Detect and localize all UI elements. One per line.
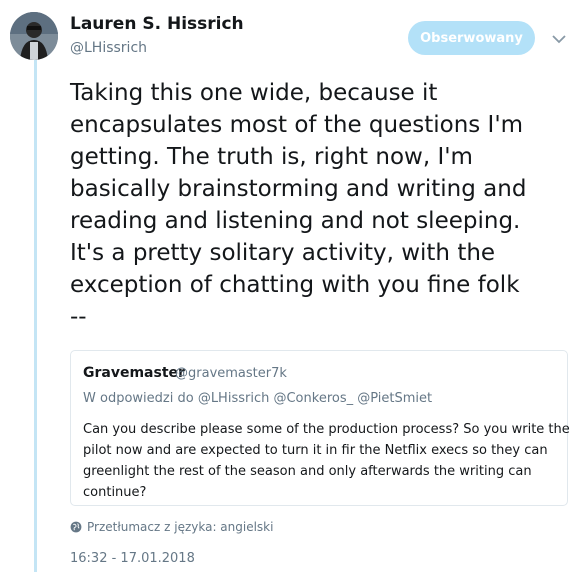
profile-photo [10, 12, 58, 60]
reply-mention[interactable]: @LHissrich [198, 391, 270, 406]
tweet-line: basically brainstorming and writing and [70, 176, 527, 202]
quote-author-handle[interactable]: @gravemaster7k [175, 366, 287, 381]
translate-link[interactable]: Przetłumacz z języka: angielski [70, 520, 273, 534]
tweet-line: reading and listening and not sleeping. [70, 208, 521, 234]
author-display-name[interactable]: Lauren S. Hissrich [70, 14, 244, 34]
reply-mention[interactable]: @Conkeros_ [273, 391, 353, 406]
tweet-text: Taking this one wide, because it encapsu… [70, 77, 565, 333]
follow-button[interactable]: Obserwowany [408, 21, 535, 55]
quote-text: Can you describe please some of the prod… [83, 419, 570, 503]
reply-prefix: W odpowiedzi do [83, 391, 194, 406]
quoted-tweet-card[interactable]: Gravemaster @gravemaster7k W odpowiedzi … [70, 350, 570, 506]
tweet-line: Taking this one wide, because it [70, 80, 438, 106]
quote-author-name[interactable]: Gravemaster [83, 365, 185, 381]
translate-label[interactable]: Przetłumacz z języka: angielski [87, 520, 273, 534]
quote-line: Can you describe please some of the prod… [83, 422, 570, 437]
tweet-line: -- [70, 304, 87, 330]
thread-line [34, 52, 37, 572]
chevron-down-icon[interactable] [548, 28, 570, 50]
quote-reply-context: W odpowiedzi do @LHissrich @Conkeros_ @P… [83, 391, 432, 406]
author-handle[interactable]: @LHissrich [70, 40, 147, 56]
quote-line: pilot now and are expected to turn it in… [83, 443, 548, 458]
reply-mention[interactable]: @PietSmiet [357, 391, 432, 406]
avatar[interactable] [10, 12, 58, 60]
quote-line: continue? [83, 485, 147, 500]
tweet-line: exception of chatting with you fine folk [70, 272, 520, 298]
tweet-line: It's a pretty solitary activity, with th… [70, 240, 496, 266]
tweet-line: getting. The truth is, right now, I'm [70, 144, 473, 170]
tweet-timestamp[interactable]: 16:32 - 17.01.2018 [70, 551, 195, 566]
tweet-line: encapsulates most of the questions I'm [70, 112, 524, 138]
globe-icon [70, 521, 82, 533]
quote-line: greenlight the rest of the season and on… [83, 464, 532, 479]
